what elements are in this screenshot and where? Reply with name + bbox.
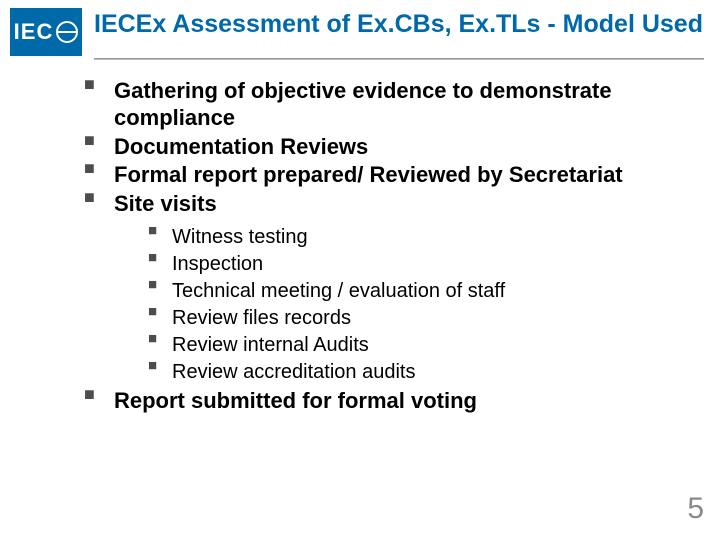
list-item: Inspection <box>142 251 720 278</box>
sub-bullet-text: Review files records <box>172 307 351 329</box>
list-item: Report submitted for formal voting <box>70 388 720 415</box>
globe-icon <box>56 21 78 43</box>
sub-bullet-text: Inspection <box>172 253 263 275</box>
list-item: Documentation Reviews <box>70 134 720 161</box>
sub-bullet-text: Witness testing <box>172 226 308 248</box>
list-item: Formal report prepared/ Reviewed by Secr… <box>70 162 720 189</box>
page-number: 5 <box>687 492 704 526</box>
slide-title: IECEx Assessment of Ex.CBs, Ex.TLs - Mod… <box>94 8 703 39</box>
bullet-list: Gathering of objective evidence to demon… <box>70 78 720 415</box>
sub-bullet-text: Review internal Audits <box>172 334 369 356</box>
bullet-text: Report submitted for formal voting <box>114 388 477 413</box>
list-item: Review files records <box>142 305 720 332</box>
list-item: Site visits Witness testing Inspection T… <box>70 191 720 386</box>
sub-bullet-text: Technical meeting / evaluation of staff <box>172 280 505 302</box>
sub-bullet-list: Witness testing Inspection Technical mee… <box>142 224 720 386</box>
list-item: Gathering of objective evidence to demon… <box>70 78 720 132</box>
bullet-text: Documentation Reviews <box>114 134 368 159</box>
list-item: Review accreditation audits <box>142 359 720 386</box>
slide-content: Gathering of objective evidence to demon… <box>0 60 720 415</box>
bullet-text: Gathering of objective evidence to demon… <box>114 78 612 130</box>
bullet-text: Formal report prepared/ Reviewed by Secr… <box>114 162 623 187</box>
list-item: Technical meeting / evaluation of staff <box>142 278 720 305</box>
sub-bullet-text: Review accreditation audits <box>172 361 415 383</box>
slide-header: IEC IECEx Assessment of Ex.CBs, Ex.TLs -… <box>0 0 720 56</box>
bullet-text: Site visits <box>114 191 217 216</box>
logo-text: IEC <box>14 19 54 45</box>
list-item: Witness testing <box>142 224 720 251</box>
iec-logo: IEC <box>10 8 82 56</box>
list-item: Review internal Audits <box>142 332 720 359</box>
